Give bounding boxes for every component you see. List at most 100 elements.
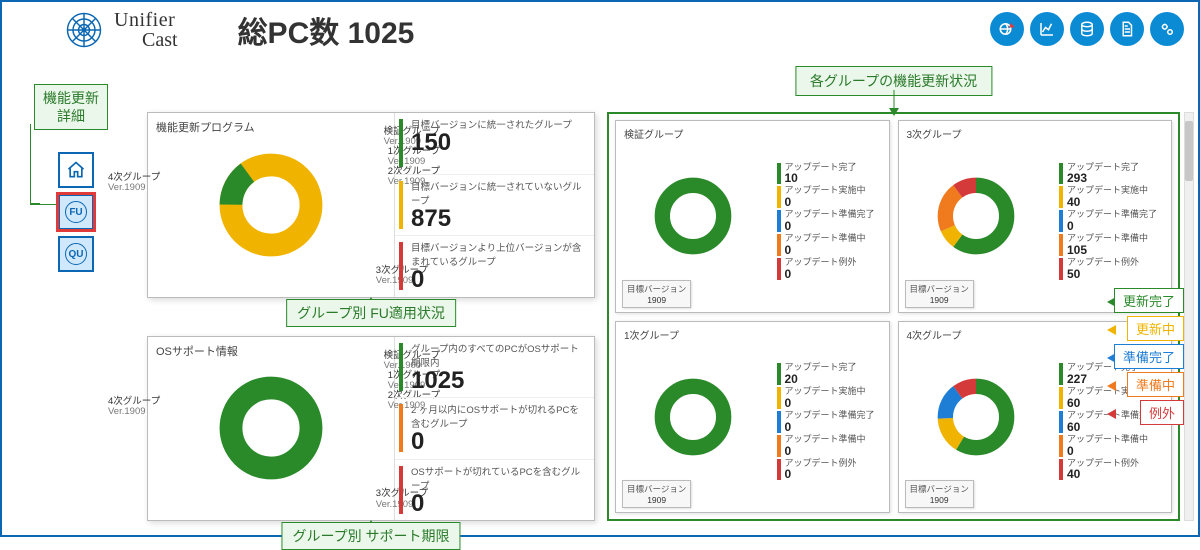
- card-stat-row: アップデート準備完了 0: [1057, 210, 1167, 232]
- card-stat-row: アップデート準備完了 0: [775, 210, 885, 232]
- card-stat-row: アップデート完了 10: [775, 163, 885, 185]
- document-button[interactable]: [1110, 12, 1144, 46]
- qu-button[interactable]: QU: [58, 236, 94, 272]
- stat-row: OSサポートが切れているPCを含むグループ0: [395, 460, 594, 521]
- card-stat-value: 293: [1067, 172, 1167, 184]
- card-stat-label: アップデート実施中: [785, 186, 885, 196]
- group-card[interactable]: 3次グループ アップデート完了 293 アップデート実施中 40 アップデート準…: [898, 120, 1173, 313]
- panel-caption: グループ別 サポート期限: [281, 522, 460, 550]
- fu-button[interactable]: FU: [58, 194, 94, 230]
- panel-stats: グループ内のすべてのPCがOSサポート期限内1025 2 ヶ月以内にOSサポート…: [394, 337, 594, 521]
- stat-row: 目標バージョンに統一されていないグループ875: [395, 175, 594, 237]
- stat-row: 2 ヶ月以内にOSサポートが切れるPCを含むグループ0: [395, 398, 594, 460]
- card-stat-value: 40: [1067, 196, 1167, 208]
- card-stat-value: 105: [1067, 244, 1167, 256]
- dashboard-root: Unifier Cast 総PC数 1025 機能更新 詳細 FU QU: [0, 0, 1200, 537]
- card-title: 検証グループ: [624, 126, 683, 141]
- card-stat-value: 0: [785, 220, 885, 232]
- header: Unifier Cast 総PC数 1025: [2, 2, 1198, 58]
- header-toolbar: [990, 12, 1184, 46]
- home-button[interactable]: [58, 152, 94, 188]
- card-stat-row: アップデート実施中 0: [775, 387, 885, 409]
- card-stats: アップデート完了 20 アップデート実施中 0 アップデート準備完了 0 アップ…: [771, 322, 889, 513]
- target-version-badge[interactable]: 目標バージョン1909: [622, 280, 691, 308]
- side-nav: FU QU: [58, 152, 94, 272]
- callout-feature-update-detail: 機能更新 詳細: [34, 84, 108, 130]
- card-stat-label: アップデート準備完了: [785, 411, 885, 421]
- web-icon: [62, 8, 106, 52]
- card-stat-row: アップデート例外 0: [775, 258, 885, 280]
- card-stat-row: アップデート例外 40: [1057, 459, 1167, 481]
- group-card[interactable]: 1次グループ アップデート完了 20 アップデート実施中 0 アップデート準備完…: [615, 321, 890, 514]
- qu-icon: QU: [65, 243, 87, 265]
- card-title: 3次グループ: [907, 126, 962, 141]
- card-stat-row: アップデート実施中 0: [775, 186, 885, 208]
- donut-chart: [211, 145, 331, 265]
- chart-button[interactable]: [1030, 12, 1064, 46]
- card-stat-row: アップデート例外 50: [1057, 258, 1167, 280]
- settings-button[interactable]: [1150, 12, 1184, 46]
- card-stat-value: 0: [785, 244, 885, 256]
- legend-annotation: 準備中: [1127, 372, 1184, 397]
- card-stat-row: アップデート完了 293: [1057, 163, 1167, 185]
- app-logo: Unifier Cast: [62, 8, 178, 52]
- card-stat-row: アップデート準備中 105: [1057, 234, 1167, 256]
- target-version-badge[interactable]: 目標バージョン1909: [622, 480, 691, 508]
- card-stat-label: アップデート例外: [785, 459, 885, 469]
- card-stat-label: アップデート準備完了: [785, 210, 885, 220]
- donut-chart: [647, 170, 739, 262]
- card-stat-value: 0: [785, 468, 885, 480]
- arrow-left-icon: [1107, 409, 1116, 419]
- card-stat-label: アップデート実施中: [785, 387, 885, 397]
- card-stat-value: 0: [785, 421, 885, 433]
- legend-annotation: 更新完了: [1114, 288, 1184, 313]
- left-column: 機能更新プログラム 検証グループVer.1909 1次グループVer.1909 …: [147, 112, 595, 521]
- card-stat-value: 0: [1067, 445, 1167, 457]
- panel-os-support: OSサポート情報 検証グループVer.1909 1次グループVer.1909 2…: [147, 336, 595, 522]
- legend-annotation: 準備完了: [1114, 344, 1184, 369]
- card-stat-value: 40: [1067, 468, 1167, 480]
- arrow-left-icon: [1107, 381, 1116, 391]
- card-stats: アップデート完了 10 アップデート実施中 0 アップデート準備完了 0 アップ…: [771, 121, 889, 312]
- group-card[interactable]: 検証グループ アップデート完了 10 アップデート実施中 0 アップデート準備完…: [615, 120, 890, 313]
- donut-os-support: 検証グループVer.1909 1次グループVer.1909 2次グループVer.…: [148, 337, 394, 521]
- legend-annotation: 例外: [1140, 400, 1184, 425]
- card-stat-label: アップデート準備中: [1067, 435, 1167, 445]
- card-stat-label: アップデート準備中: [785, 435, 885, 445]
- card-stats: アップデート完了 293 アップデート実施中 40 アップデート準備完了 0 ア…: [1053, 121, 1171, 312]
- card-stat-label: アップデート例外: [785, 258, 885, 268]
- target-version-badge[interactable]: 目標バージョン1909: [905, 280, 974, 308]
- card-stat-label: アップデート完了: [785, 163, 885, 173]
- panel-caption: グループ別 FU適用状況: [286, 299, 456, 327]
- total-pc-count: 総PC数 1025: [238, 8, 415, 52]
- card-title: 1次グループ: [624, 327, 679, 342]
- card-stat-value: 0: [785, 196, 885, 208]
- donut-chart: [211, 368, 331, 488]
- card-title: 4次グループ: [907, 327, 962, 342]
- scrollbar-vertical[interactable]: [1184, 112, 1194, 521]
- card-stat-row: アップデート準備中 0: [775, 234, 885, 256]
- callout-connector: [30, 124, 40, 204]
- fu-icon: FU: [65, 201, 87, 223]
- panel-stats: 目標バージョンに統一されたグループ150 目標バージョンに統一されていないグルー…: [394, 113, 594, 297]
- card-stat-label: アップデート準備中: [785, 234, 885, 244]
- card-stat-row: アップデート準備中 0: [775, 435, 885, 457]
- right-column: 各グループの機能更新状況 検証グループ アップデート完了 10 アップデート実施…: [607, 112, 1180, 521]
- main-content: 機能更新プログラム 検証グループVer.1909 1次グループVer.1909 …: [147, 112, 1180, 521]
- alert-globe-button[interactable]: [990, 12, 1024, 46]
- donut-chart: [930, 371, 1022, 463]
- legend-annotation: 更新中: [1127, 316, 1184, 341]
- card-stat-value: 50: [1067, 268, 1167, 280]
- card-stat-label: アップデート実施中: [1067, 186, 1167, 196]
- scrollbar-thumb[interactable]: [1185, 121, 1193, 181]
- card-stat-value: 20: [785, 373, 885, 385]
- card-stat-value: 0: [785, 397, 885, 409]
- card-stat-label: アップデート例外: [1067, 258, 1167, 268]
- card-stat-value: 0: [785, 445, 885, 457]
- target-version-badge[interactable]: 目標バージョン1909: [905, 480, 974, 508]
- card-stat-row: アップデート完了 20: [775, 363, 885, 385]
- database-button[interactable]: [1070, 12, 1104, 46]
- card-stat-row: アップデート準備完了 0: [775, 411, 885, 433]
- card-stat-row: アップデート例外 0: [775, 459, 885, 481]
- stat-row: グループ内のすべてのPCがOSサポート期限内1025: [395, 337, 594, 399]
